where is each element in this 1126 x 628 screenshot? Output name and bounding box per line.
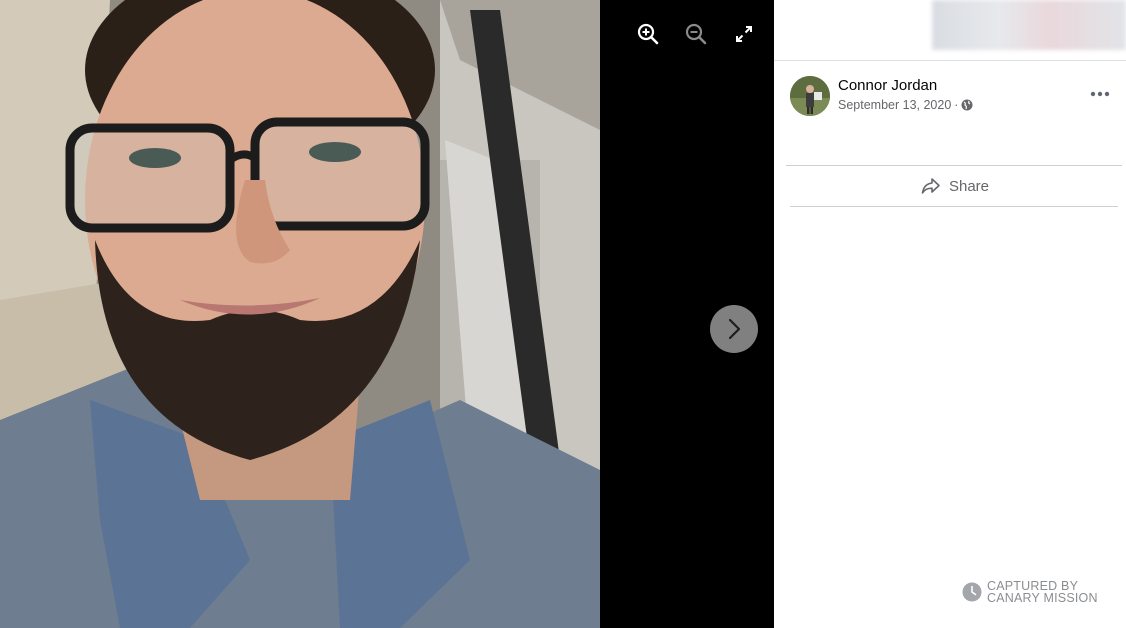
globe-icon: [961, 99, 973, 111]
share-icon: [921, 178, 940, 194]
meta-separator: ·: [954, 98, 959, 112]
avatar[interactable]: [790, 76, 830, 116]
post-panel: Connor Jordan September 13, 2020 · Share…: [774, 0, 1126, 628]
watermark-line2: CANARY MISSION: [987, 591, 1098, 605]
watermark: CAPTURED BY CANARY MISSION: [962, 580, 1098, 604]
post-date[interactable]: September 13, 2020: [838, 98, 951, 112]
share-button[interactable]: Share: [790, 168, 1120, 204]
photo: [0, 0, 600, 628]
photo-viewer: [0, 0, 774, 628]
viewer-toolbar: [636, 22, 756, 46]
next-photo-button[interactable]: [710, 305, 758, 353]
post-header: Connor Jordan September 13, 2020 ·: [790, 76, 1120, 120]
post-meta: September 13, 2020 ·: [838, 98, 973, 112]
more-horizontal-icon: [1090, 91, 1110, 97]
top-strip: [774, 0, 1126, 61]
author-name[interactable]: Connor Jordan: [838, 77, 937, 94]
chevron-right-icon: [728, 318, 741, 340]
more-options-button[interactable]: [1088, 84, 1112, 104]
share-label: Share: [948, 177, 990, 195]
zoom-in-icon[interactable]: [636, 22, 660, 46]
blurred-thumbnail: [932, 0, 1126, 50]
divider-top: [786, 165, 1122, 166]
clock-icon: [962, 582, 982, 602]
expand-icon[interactable]: [732, 22, 756, 46]
divider-bottom: [790, 206, 1118, 207]
zoom-out-icon[interactable]: [684, 22, 708, 46]
